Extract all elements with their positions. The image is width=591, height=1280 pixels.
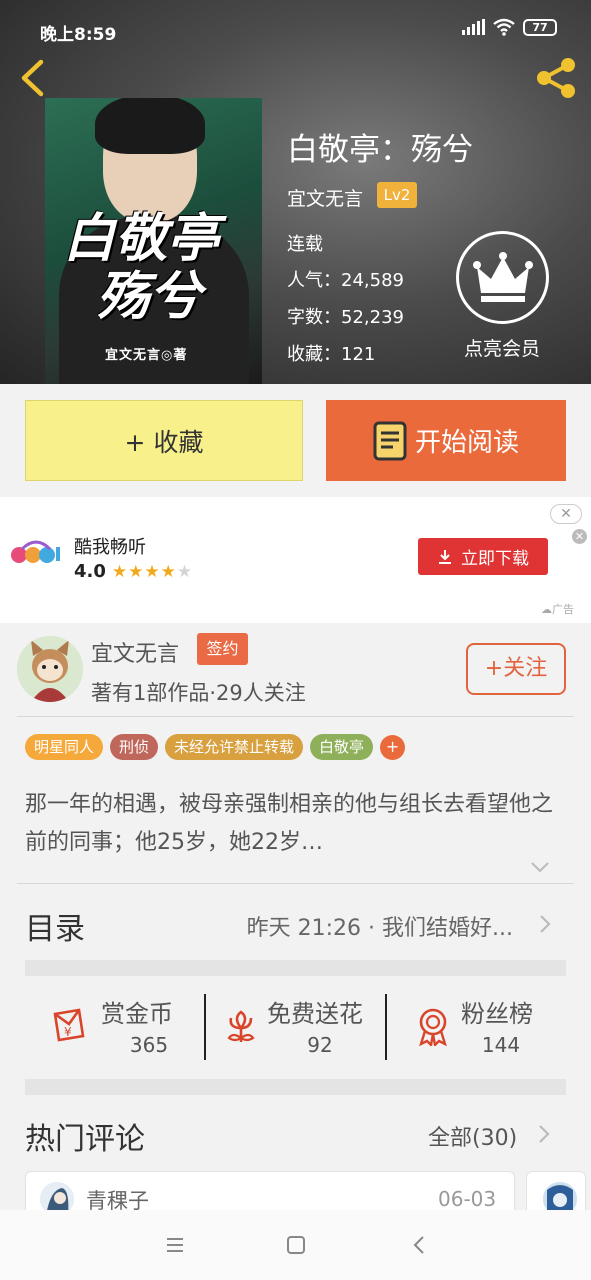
fan-ranking-count: 144 xyxy=(481,1033,521,1057)
ad-banner[interactable]: 酷我畅听 4.0 ★★★★★ 立即下载 ✕ ✕ ☁广告 xyxy=(0,497,591,623)
section-separator xyxy=(25,960,566,976)
download-icon xyxy=(439,549,451,564)
signed-badge: 签约 xyxy=(197,633,248,665)
back-arrow-icon xyxy=(21,59,44,97)
cover-title-art: 白敬亭 殇兮 xyxy=(63,208,220,327)
toc-title: 目录 xyxy=(25,912,85,947)
divider xyxy=(17,716,574,717)
reward-stats-row: ¥ 赏金币 365 免费送花 92 粉丝榜 144 xyxy=(25,994,566,1060)
rating-stars-icon: ★★★★★ xyxy=(111,561,194,582)
divider xyxy=(204,994,206,1060)
flower-icon xyxy=(227,1010,255,1042)
coin-reward-item[interactable]: ¥ 赏金币 365 xyxy=(49,994,209,1060)
tag-item[interactable]: 未经允许禁止转载 xyxy=(165,734,304,760)
flower-item[interactable]: 免费送花 92 xyxy=(221,994,381,1060)
ad-download-label: 立即下载 xyxy=(461,549,529,569)
status-time: 晚上8:59 xyxy=(40,25,117,45)
tag-list: 明星同人 刑侦 未经允许禁止转载 白敬亭 + xyxy=(25,734,406,760)
ad-label: ☁广告 xyxy=(541,603,574,616)
book-author[interactable]: 宜文无言 xyxy=(287,184,363,211)
chevron-right-icon[interactable] xyxy=(538,1124,550,1144)
avatar-image xyxy=(17,636,83,702)
cover-hair xyxy=(95,98,205,154)
book-icon xyxy=(373,421,407,460)
status-icons: 77 xyxy=(462,18,557,36)
author-stats: 著有1部作品·29人关注 xyxy=(91,681,306,705)
signal-icon xyxy=(462,19,485,35)
add-tag-button[interactable]: + xyxy=(380,735,406,760)
flower-count: 92 xyxy=(307,1033,333,1057)
book-description[interactable]: 那一年的相遇，被母亲强制相亲的他与组长去看望他之前的同事；他25岁，她22岁… xyxy=(25,786,570,862)
coin-red-envelope-icon: ¥ xyxy=(53,1008,85,1042)
all-comments-link[interactable]: 全部(30) xyxy=(428,1120,517,1152)
tag-item[interactable]: 明星同人 xyxy=(25,734,104,760)
back-nav-icon[interactable] xyxy=(408,1234,430,1256)
divider xyxy=(17,883,574,884)
start-reading-button[interactable]: 开始阅读 xyxy=(326,400,566,481)
fan-ranking-label: 粉丝榜 xyxy=(461,1000,533,1028)
start-reading-label: 开始阅读 xyxy=(414,428,519,458)
ad-close-button[interactable]: ✕ xyxy=(550,504,582,524)
back-button[interactable] xyxy=(14,56,54,100)
flower-label: 免费送花 xyxy=(267,1000,363,1028)
divider xyxy=(385,994,387,1060)
coin-count: 365 xyxy=(129,1033,169,1057)
follow-button[interactable]: +关注 xyxy=(466,643,566,695)
ad-app-name: 酷我畅听 xyxy=(74,537,146,558)
hot-comments-title: 热门评论 xyxy=(25,1122,145,1157)
book-favorites: 收藏：121 xyxy=(287,344,376,365)
author-level-badge: Lv2 xyxy=(377,182,417,208)
book-cover[interactable]: 白敬亭 殇兮 宜文无言◎著 xyxy=(45,98,262,384)
comment-date: 06-03 xyxy=(438,1187,497,1211)
ad-dismiss-icon[interactable]: ✕ xyxy=(572,529,587,544)
author-avatar[interactable] xyxy=(17,636,83,702)
book-title: 白敬亭：殇兮 xyxy=(287,132,473,168)
member-button[interactable] xyxy=(456,231,549,324)
status-bar: 晚上8:59 77 xyxy=(0,0,591,58)
tag-item[interactable]: 刑侦 xyxy=(110,734,159,760)
author-name[interactable]: 宜文无言 xyxy=(91,636,179,668)
book-word-count: 字数：52,239 xyxy=(287,307,404,328)
tag-item[interactable]: 白敬亭 xyxy=(310,734,374,760)
table-of-contents-row[interactable]: 目录 昨天 21:26 · 我们结婚好... xyxy=(25,900,555,947)
battery-icon: 77 xyxy=(523,18,557,36)
expand-chevron-icon[interactable] xyxy=(530,860,550,874)
fan-ranking-item[interactable]: 粉丝榜 144 xyxy=(413,994,563,1060)
svg-text:¥: ¥ xyxy=(64,1025,72,1039)
home-icon[interactable] xyxy=(285,1234,307,1256)
share-icon xyxy=(537,58,575,98)
medal-icon xyxy=(419,1008,447,1046)
coin-label: 赏金币 xyxy=(101,1000,173,1028)
latest-chapter: 昨天 21:26 · 我们结婚好... xyxy=(246,916,513,941)
book-status: 连载 xyxy=(287,234,323,255)
chevron-right-icon xyxy=(540,915,551,933)
member-label[interactable]: 点亮会员 xyxy=(454,334,550,361)
ad-download-button[interactable]: 立即下载 xyxy=(418,538,548,575)
kuwo-logo-icon xyxy=(11,540,60,563)
book-header: 晚上8:59 77 白敬亭 殇兮 宜文无言◎著 白敬亭：殇兮 宜文无言 Lv2 … xyxy=(0,0,591,384)
share-button[interactable] xyxy=(532,56,580,100)
collect-button[interactable]: + 收藏 xyxy=(25,400,303,481)
section-separator xyxy=(25,1079,566,1095)
wifi-icon xyxy=(493,18,515,36)
book-popularity: 人气：24,589 xyxy=(287,270,404,291)
ad-rating: 4.0 ★★★★★ xyxy=(74,561,193,582)
cover-author: 宜文无言◎著 xyxy=(105,348,188,363)
ad-rating-value: 4.0 xyxy=(74,561,106,582)
menu-icon[interactable] xyxy=(164,1234,186,1256)
system-nav-bar xyxy=(0,1210,591,1280)
crown-icon xyxy=(472,251,533,302)
